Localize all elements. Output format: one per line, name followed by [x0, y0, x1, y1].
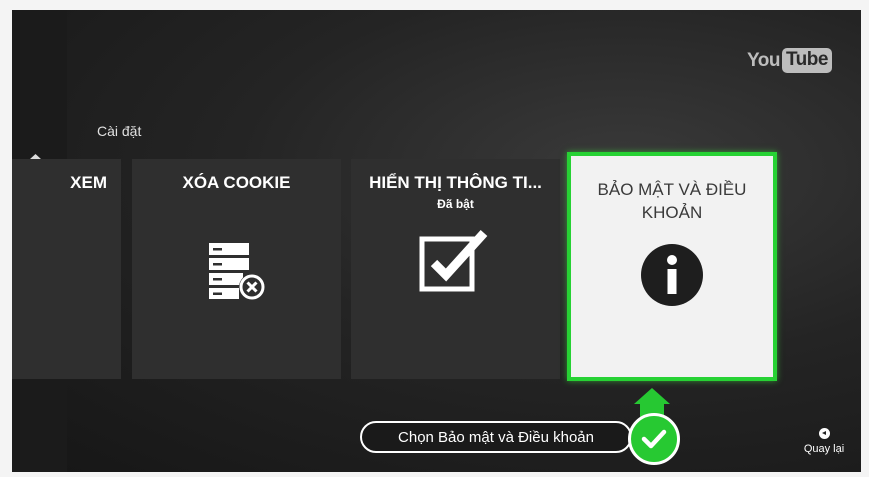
youtube-logo: You Tube	[747, 48, 832, 73]
back-button[interactable]: Quay lại	[794, 428, 854, 455]
tile-title: XEM	[70, 173, 107, 192]
logo-tube: Tube	[781, 48, 832, 73]
tile-clear-cookie[interactable]: XÓA COOKIE	[132, 159, 341, 379]
tile-watch[interactable]: XEM	[12, 159, 121, 379]
info-icon	[640, 243, 704, 312]
instruction-callout: Chọn Bảo mật và Điều khoản	[360, 421, 632, 453]
tile-title: HIỂN THỊ THÔNG TI...	[369, 173, 542, 192]
section-title: Cài đặt	[97, 123, 142, 139]
tile-title: XÓA COOKIE	[182, 173, 291, 192]
tv-screen: ••• You Tube Cài đặt XEM XÓA COOKIE	[12, 10, 861, 472]
server-delete-icon	[205, 239, 269, 308]
tile-show-info[interactable]: HIỂN THỊ THÔNG TI... Đã bật	[351, 159, 560, 379]
pointer-arrow	[634, 388, 670, 404]
back-icon	[818, 428, 830, 439]
tile-status: Đã bật	[437, 197, 474, 211]
back-label: Quay lại	[803, 443, 845, 455]
tile-title: BẢO MẬT VÀ ĐIỀU KHOẢN	[597, 180, 747, 222]
callout-text: Chọn Bảo mật và Điều khoản	[398, 428, 594, 446]
tile-privacy-terms[interactable]: BẢO MẬT VÀ ĐIỀU KHOẢN	[567, 152, 777, 381]
confirm-check-icon	[628, 413, 680, 465]
checkbox-checked-icon	[418, 227, 494, 298]
logo-you: You	[747, 49, 780, 71]
